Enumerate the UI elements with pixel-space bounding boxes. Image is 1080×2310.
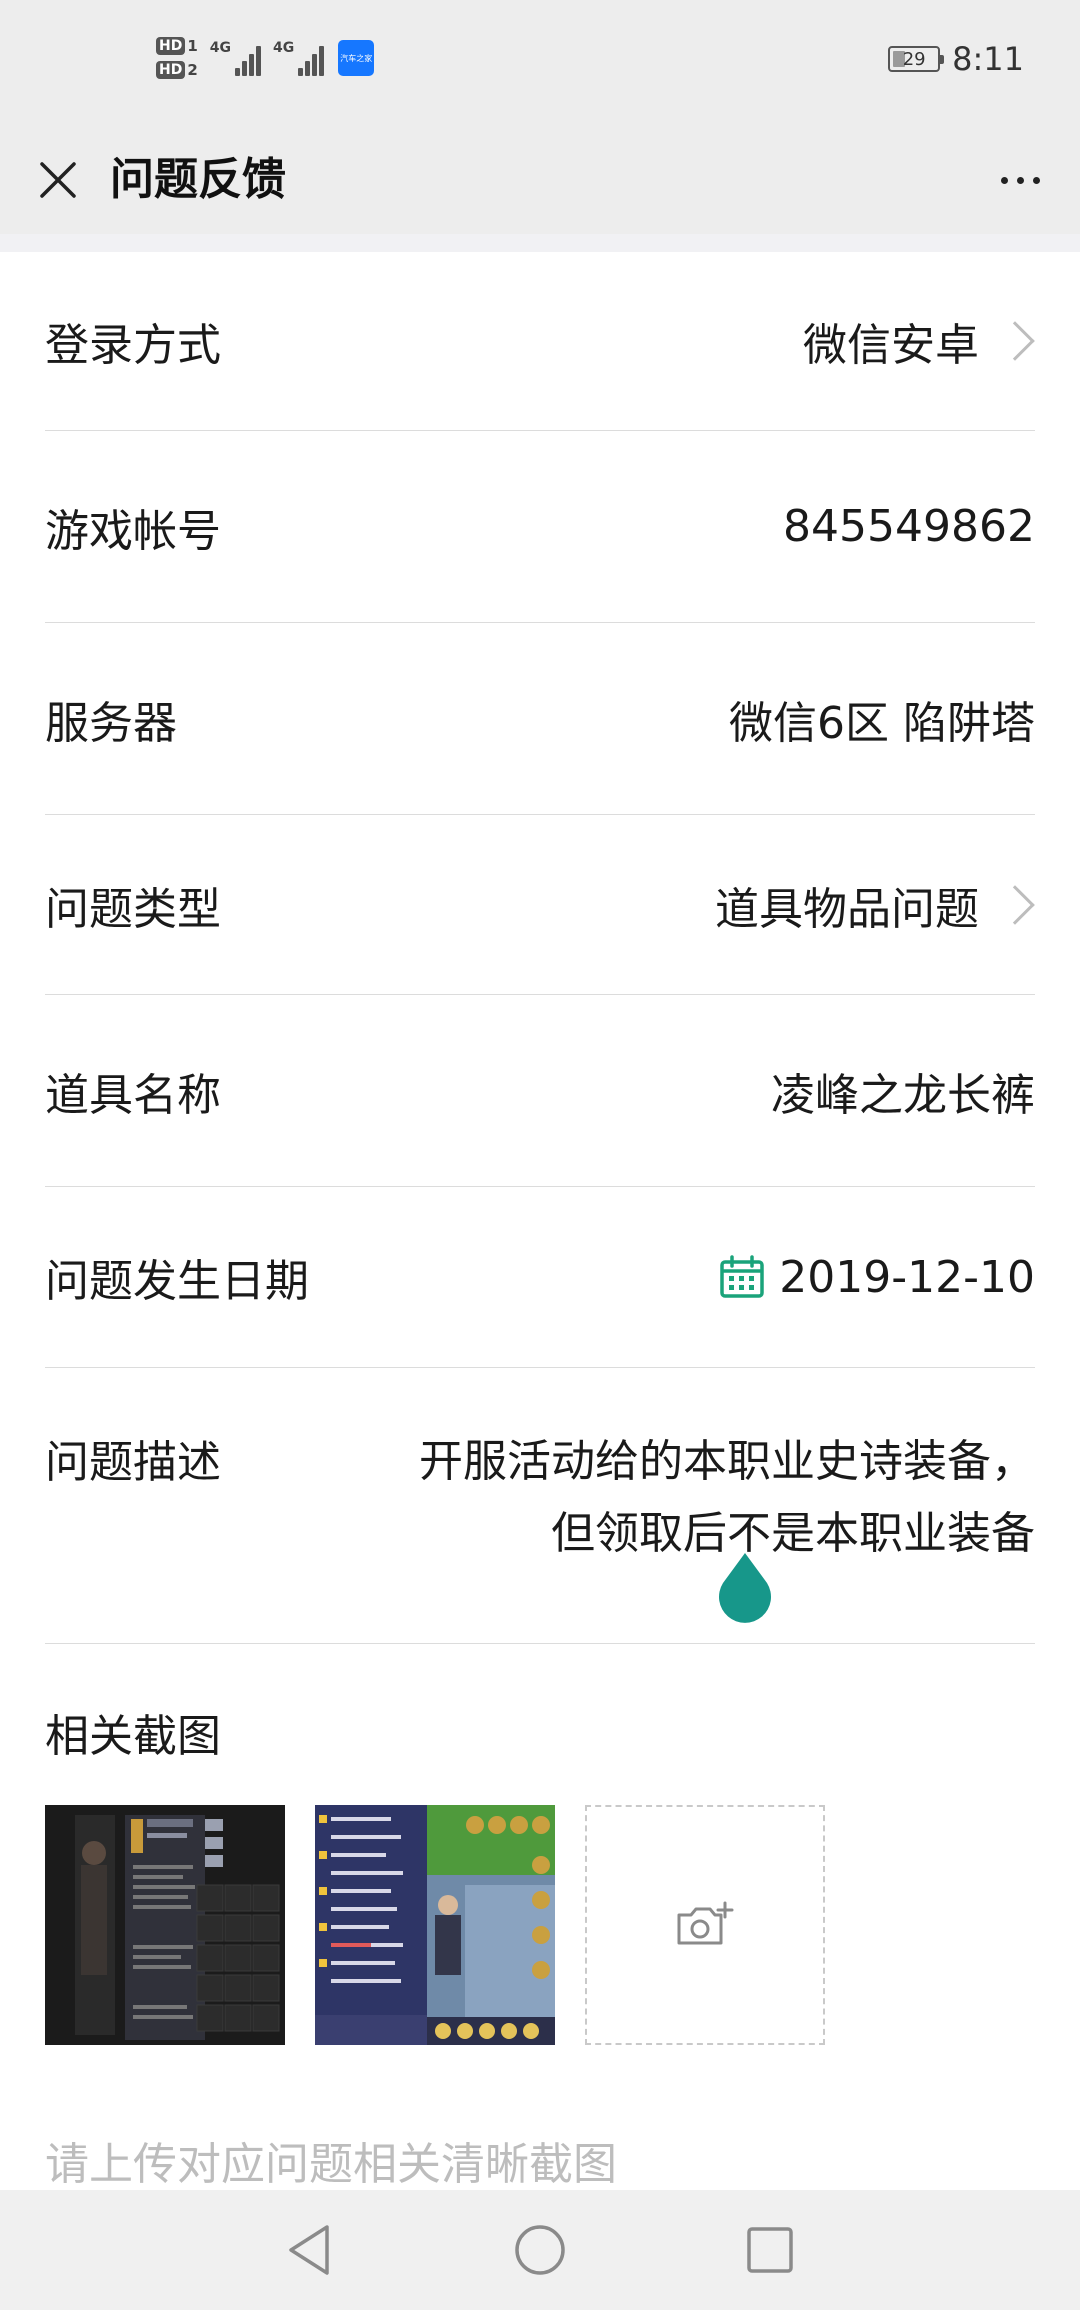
issue-type-label: 问题类型 xyxy=(45,883,221,935)
status-right: 29 8:11 xyxy=(888,40,1024,78)
app-notification-icon: 汽车之家 xyxy=(338,40,375,76)
calendar-icon xyxy=(719,1255,765,1299)
sim-indicators: HD 1 HD 2 xyxy=(156,37,198,79)
page-title: 问题反馈 xyxy=(110,154,286,205)
screenshot-thumbnail[interactable] xyxy=(45,1805,285,2045)
header-separator xyxy=(0,234,1080,252)
row-server: 服务器 微信6区 陷阱塔 xyxy=(45,623,1035,815)
camera-add-icon xyxy=(677,1901,734,1945)
description-label: 问题描述 xyxy=(45,1437,221,1488)
upload-hint: 请上传对应问题相关清晰截图 xyxy=(45,2139,617,2190)
item-name-label: 道具名称 xyxy=(45,1069,221,1121)
sim1-hd-badge: HD 1 xyxy=(156,37,198,55)
system-nav-bar xyxy=(0,2190,1080,2310)
game-account-label: 游戏帐号 xyxy=(45,505,221,557)
add-screenshot-button[interactable] xyxy=(585,1805,825,2045)
home-circle-icon xyxy=(515,2225,565,2275)
row-game-account: 游戏帐号 845549862 xyxy=(45,431,1035,623)
recents-square-icon xyxy=(747,2227,793,2273)
text-cursor-handle[interactable] xyxy=(717,1553,773,1623)
issue-date-picker[interactable]: 2019-12-10 xyxy=(719,1252,1035,1303)
signal-2-icon: 4G xyxy=(273,40,325,76)
row-description[interactable]: 问题描述 开服活动给的本职业史诗装备，但领取后不是本职业装备 xyxy=(45,1368,1035,1644)
clock: 8:11 xyxy=(952,40,1024,78)
login-method-label: 登录方式 xyxy=(45,320,221,371)
sim2-hd-badge: HD 2 xyxy=(156,61,198,79)
item-name-input[interactable]: 凌峰之龙长裤 xyxy=(771,1059,1035,1123)
description-textarea[interactable]: 开服活动给的本职业史诗装备，但领取后不是本职业装备 xyxy=(395,1426,1035,1570)
screenshot-list xyxy=(45,1805,825,2045)
header: 问题反馈 xyxy=(0,126,1080,234)
recents-button[interactable] xyxy=(740,2220,800,2280)
server-value: 微信6区 陷阱塔 xyxy=(729,697,1035,749)
back-triangle-icon xyxy=(289,2225,329,2275)
battery-icon: 29 xyxy=(888,46,945,72)
row-issue-type[interactable]: 问题类型 道具物品问题 xyxy=(45,815,1035,995)
back-button[interactable] xyxy=(280,2220,340,2280)
status-bar: HD 1 HD 2 4G 4G 汽车之家 29 8:11 xyxy=(0,0,1080,126)
status-left: HD 1 HD 2 4G 4G 汽车之家 xyxy=(156,28,375,88)
more-icon xyxy=(1000,176,1008,184)
screenshot-thumbnail[interactable] xyxy=(315,1805,555,2045)
signal-1-icon: 4G xyxy=(210,40,262,76)
more-button[interactable] xyxy=(984,150,1056,210)
chevron-right-icon xyxy=(995,884,1035,925)
server-label: 服务器 xyxy=(45,697,177,749)
issue-type-value[interactable]: 道具物品问题 xyxy=(715,873,1035,937)
chevron-right-icon xyxy=(995,321,1035,361)
row-item-name[interactable]: 道具名称 凌峰之龙长裤 xyxy=(45,995,1035,1187)
row-login-method[interactable]: 登录方式 微信安卓 xyxy=(45,252,1035,431)
battery-level: 29 xyxy=(902,48,926,70)
game-account-value: 845549862 xyxy=(783,501,1035,552)
close-icon xyxy=(40,162,76,198)
feedback-form: 登录方式 微信安卓 游戏帐号 845549862 服务器 微信6区 陷阱塔 问题… xyxy=(0,252,1080,1644)
row-issue-date[interactable]: 问题发生日期 2019-12-10 xyxy=(45,1187,1035,1368)
login-method-value[interactable]: 微信安卓 xyxy=(803,309,1035,373)
screenshots-title: 相关截图 xyxy=(45,1711,221,1762)
home-button[interactable] xyxy=(510,2220,570,2280)
close-button[interactable] xyxy=(28,150,88,210)
issue-date-label: 问题发生日期 xyxy=(45,1256,309,1307)
